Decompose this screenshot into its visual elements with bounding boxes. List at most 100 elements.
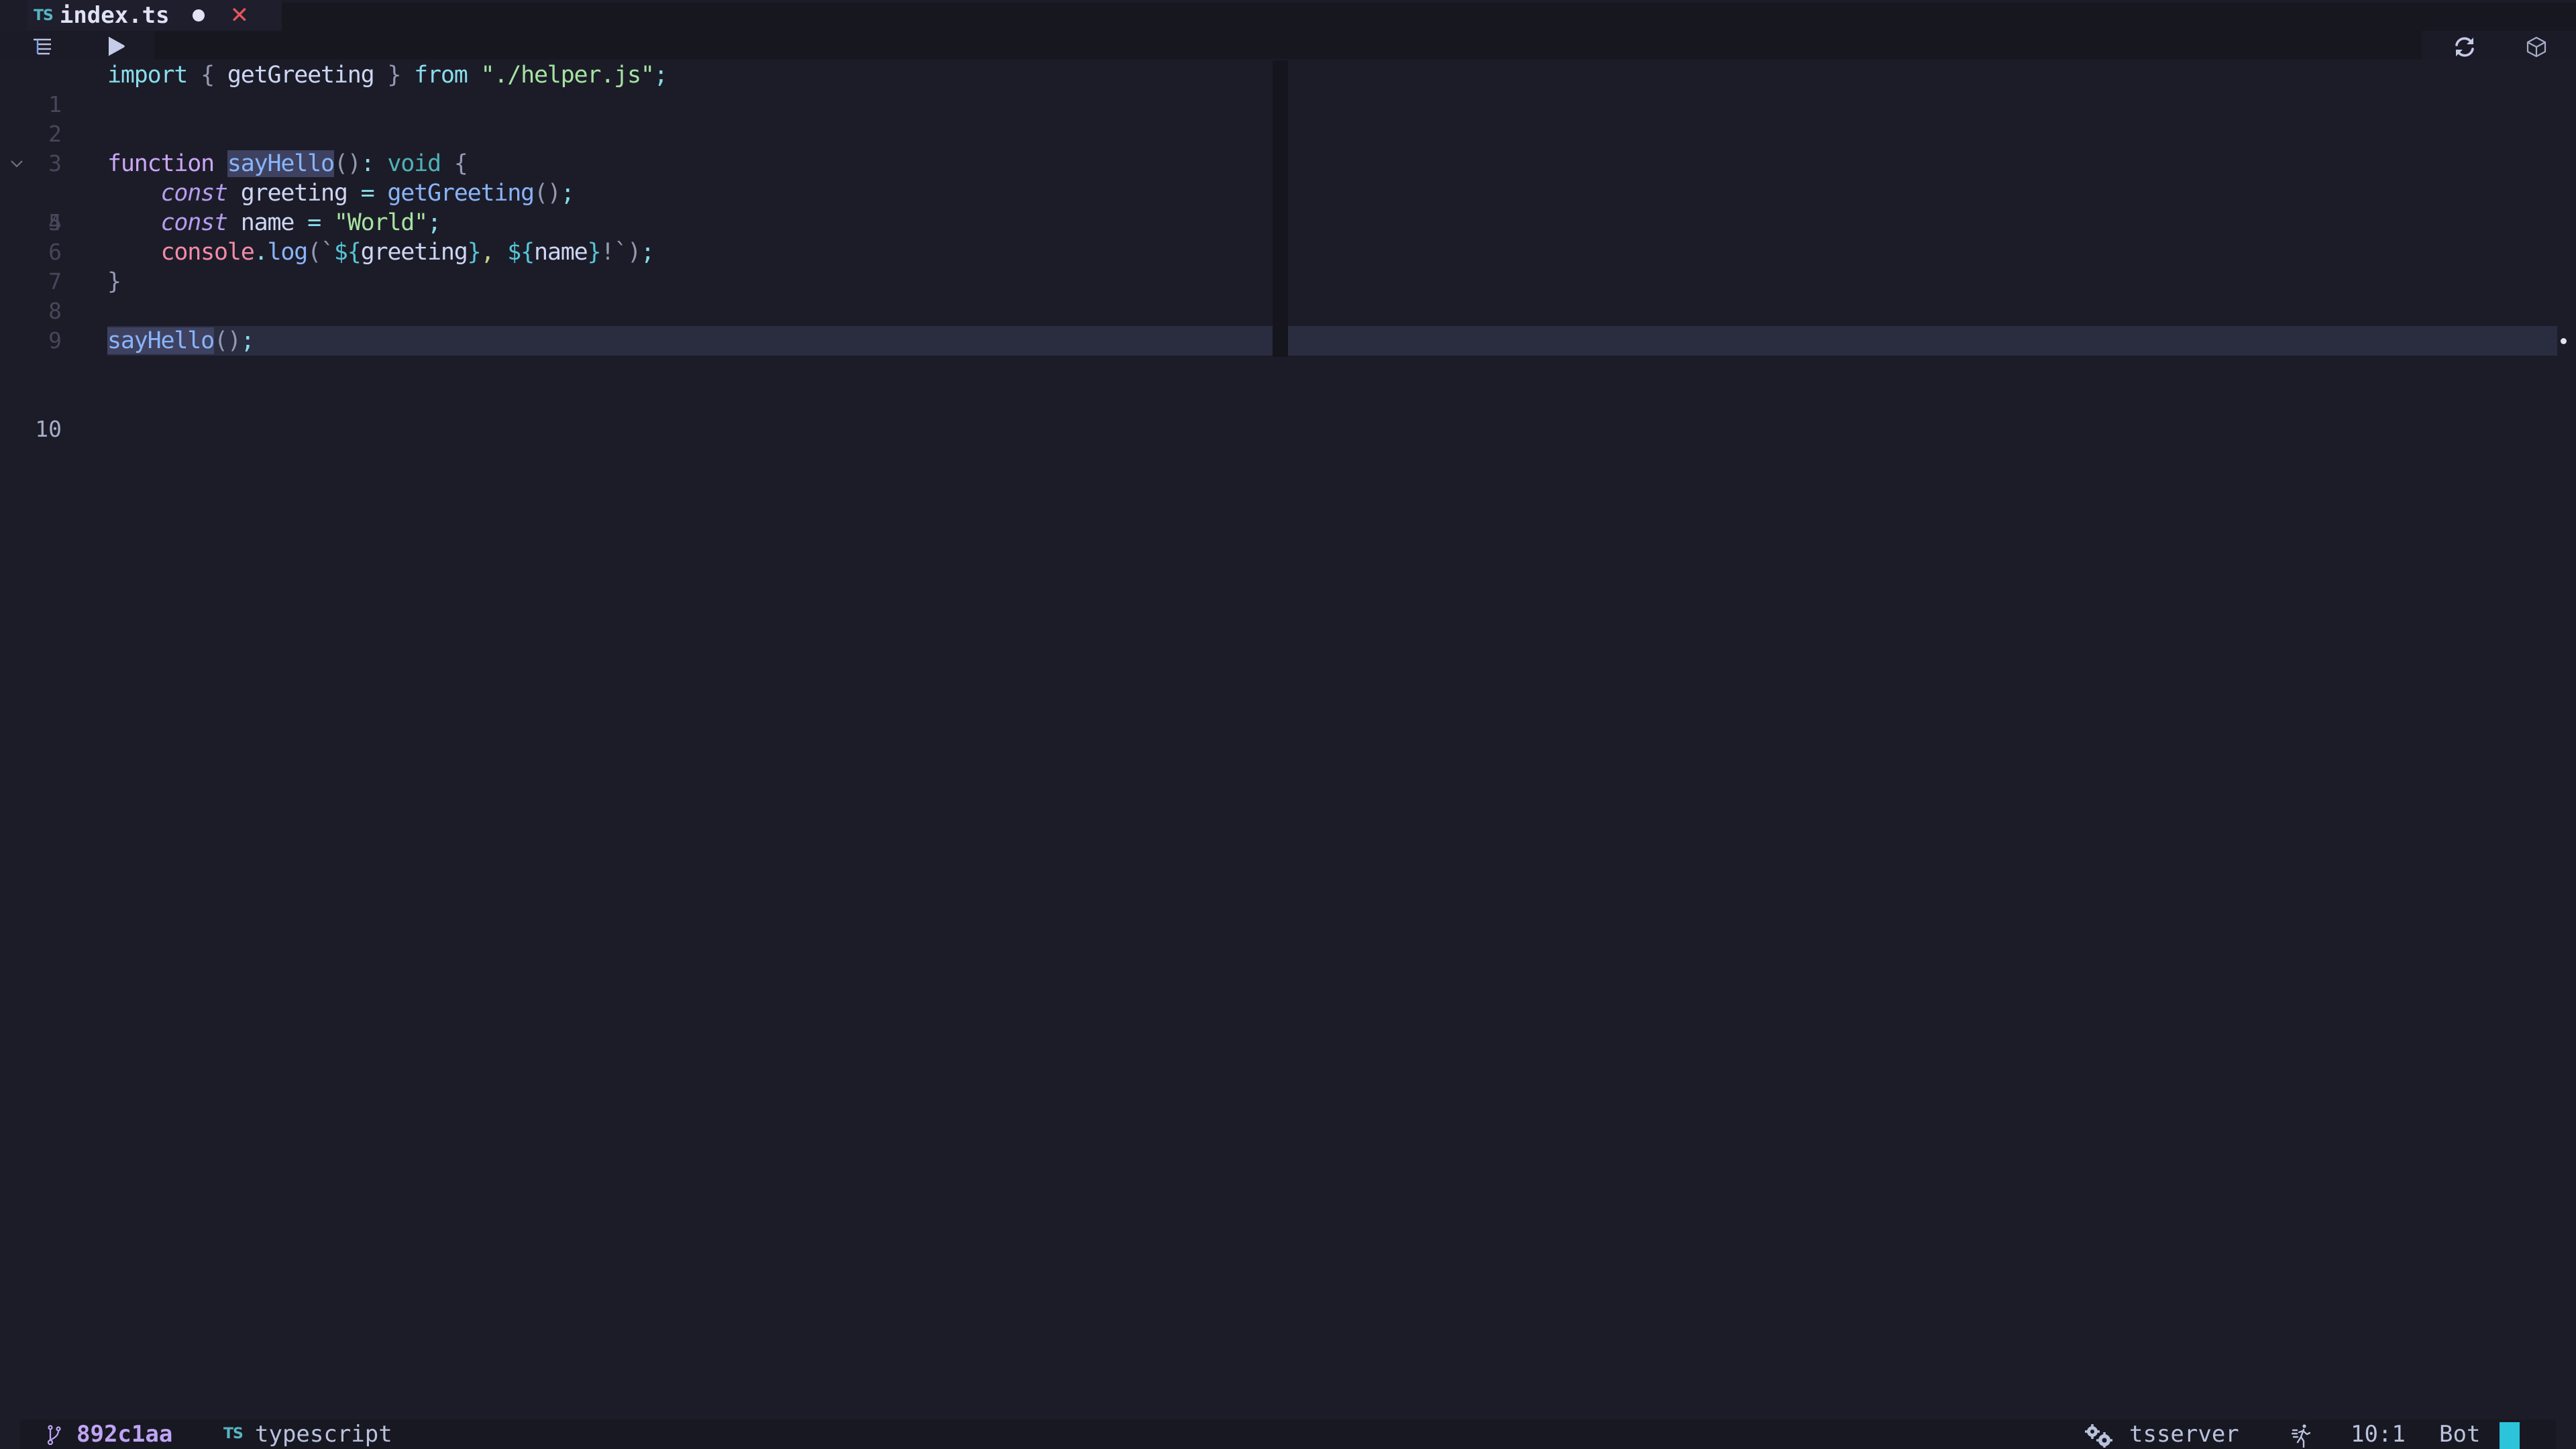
code-line[interactable]: 3 [0,119,2576,176]
token-identifier: greeting [360,239,468,266]
token-punct: ( [307,239,321,266]
git-branch-label[interactable]: 892c1aa [76,1419,172,1449]
token-type: void [387,150,441,177]
tab-bar: TS index.ts ✕ [0,0,2576,31]
token-punct: } [387,62,401,89]
tab-title: index.ts [59,2,170,29]
winbar-band [154,31,2422,59]
token-punct: () [533,180,561,207]
token-function-name-highlighted: sayHello [227,150,335,177]
token-function-call-highlighted: sayHello [107,327,215,354]
line-code: import { getGreeting } from "./helper.js… [107,60,668,90]
code-line[interactable]: 2 [0,90,2576,147]
line-code: sayHello(); [107,326,255,356]
token-semicolon: ; [640,239,655,266]
code-line[interactable]: 9 [0,297,2576,354]
token-punct: ) [627,239,641,266]
code-line[interactable]: 4 function sayHello(): void { [0,149,2576,235]
tab-bar-fill [282,3,2576,31]
token-keyword: const [160,209,229,236]
token-semicolon: ; [427,209,441,236]
token-template-close: } [587,239,601,266]
run-icon[interactable] [106,36,126,57]
refresh-icon[interactable] [2453,35,2477,59]
token-string-part: !` [600,239,628,266]
code-line[interactable]: 6 const name = "World"; [0,208,2576,265]
running-person-icon [2292,1424,2311,1448]
line-code: function sayHello(): void { [107,149,468,178]
token-string: "World" [333,209,428,236]
modified-dot-icon [192,9,205,21]
git-branch-icon [47,1425,61,1445]
token-keyword: const [160,180,229,207]
cursor-position: 10:1 [2351,1421,2406,1448]
code-line-current[interactable]: 10 sayHello(); [0,326,2576,442]
token-template-open: ${ [333,239,362,266]
lsp-server-label[interactable]: tsserver [2129,1419,2239,1449]
token-colon: : [360,150,375,177]
filetype-label[interactable]: typescript [255,1419,392,1449]
token-identifier: greeting [240,180,348,207]
editor-window: TS index.ts ✕ 1 import {getGreeting} f… [0,0,2576,1449]
line-code: const name = "World"; [107,208,442,237]
token-template-close: } [467,239,482,266]
token-punct: () [213,327,241,354]
token-function-call: getGreeting [387,180,535,207]
token-backtick: ` [320,239,335,266]
token-builtin: console [160,239,255,266]
token-keyword: import [107,62,188,89]
line-code: } [107,267,121,297]
token-dot: . [254,239,268,266]
scrollbar-indicator[interactable] [2561,338,2567,344]
mode-indicator [2500,1422,2520,1449]
tab-index-ts[interactable]: TS index.ts ✕ [27,0,282,31]
token-semicolon: ; [560,180,575,207]
token-punct: { [201,62,215,89]
token-semicolon: ; [653,62,668,89]
token-identifier: getGreeting [227,62,375,89]
line-number: 10 [35,416,62,442]
line-code: const greeting = getGreeting(); [107,178,575,208]
code-line[interactable]: 8 } [0,267,2576,324]
fold-chevron-down-icon[interactable] [7,149,27,178]
token-keyword: from [414,62,468,89]
typescript-filetype-icon: TS [223,1426,244,1442]
gears-icon [2085,1424,2112,1448]
code-editor[interactable]: 1 import { getGreeting } from "./helper.… [0,60,2576,1417]
token-keyword: function [107,150,215,177]
close-tab-icon[interactable]: ✕ [230,4,250,27]
outline-icon[interactable] [32,38,52,55]
code-line[interactable]: 1 import { getGreeting } from "./helper.… [0,60,2576,117]
token-method: log [267,239,308,266]
token-punct: } [107,268,121,295]
typescript-file-icon: TS [34,7,54,24]
token-identifier: name [240,209,295,236]
cursor-line-highlight [1288,326,2557,356]
scroll-position: Bot [2439,1421,2481,1448]
code-line[interactable]: 7 console.log(`${greeting}, ${name}!`); [0,237,2576,294]
cube-icon[interactable] [2526,36,2546,58]
code-line[interactable]: 5 const greeting = getGreeting(); [0,178,2576,235]
token-punct: () [333,150,362,177]
token-operator: = [360,180,375,207]
status-bar: 892c1aa TS typescript tsserver 10:1 Bot [0,1417,2576,1449]
winbar [0,31,2576,60]
token-string: "./helper.js" [480,62,655,89]
token-string-part: , [480,239,494,266]
